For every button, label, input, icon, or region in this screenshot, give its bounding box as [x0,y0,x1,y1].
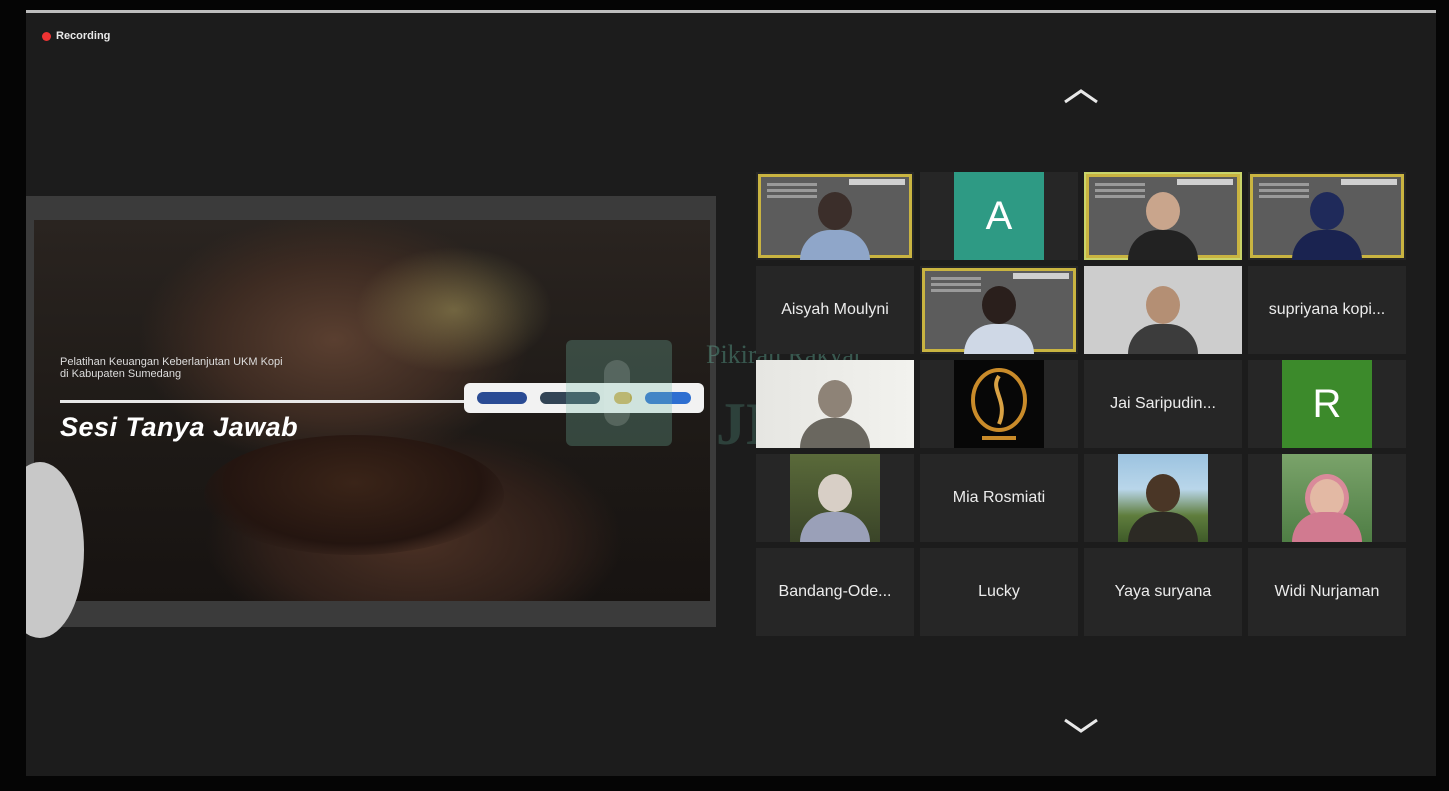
participant-tile[interactable]: Jai Saripudin... [1084,360,1242,448]
gallery-next-button[interactable] [1059,712,1103,740]
watermark-logo [566,340,672,446]
participant-name: Aisyah Moulyni [781,301,889,318]
participant-name: Jai Saripudin... [1110,395,1216,412]
participant-tile[interactable] [756,172,914,260]
chevron-down-icon [1064,718,1098,733]
window-top-border [26,10,1436,13]
gold-emblem-icon [971,368,1027,440]
participant-name: Yaya suryana [1114,583,1212,600]
participant-avatar: A [954,172,1044,260]
participant-name: Mia Rosmiati [952,489,1046,506]
gallery-prev-button[interactable] [1059,82,1103,110]
participant-person [1292,468,1362,542]
participant-tile[interactable]: Mia Rosmiati [920,454,1078,542]
participant-tile[interactable]: Aisyah Moulyni [756,266,914,354]
participant-tile[interactable] [1084,454,1242,542]
participant-tile[interactable]: Yaya suryana [1084,548,1242,636]
avatar-letter: R [1312,381,1342,426]
participant-name: Bandang-Ode... [778,583,892,600]
participant-tile[interactable] [920,266,1078,354]
recording-indicator[interactable]: Recording [42,30,110,42]
coffee-beans-image [204,435,504,555]
participant-person [800,468,870,542]
participant-tile[interactable]: Widi Nurjaman [1248,548,1406,636]
slide-divider [60,400,480,403]
avatar-letter: A [985,193,1013,238]
slide-title: Sesi Tanya Jawab [60,412,299,442]
participant-tile[interactable] [1248,172,1406,260]
participant-tile[interactable]: supriyana kopi... [1248,266,1406,354]
participant-tile[interactable]: R [1248,360,1406,448]
participant-person [1292,186,1362,260]
participant-tile[interactable] [1248,454,1406,542]
participant-tile-active-speaker[interactable] [1084,172,1242,260]
participant-person [800,186,870,260]
participant-tile[interactable] [1084,266,1242,354]
participant-name: supriyana kopi... [1268,301,1386,318]
chevron-up-icon [1064,89,1098,104]
participant-gallery: A Aisyah Moulyni supriyana kopi... Jai S… [756,172,1408,642]
meeting-window: Recording Pelatihan Keuangan Keberlanjut… [26,10,1436,776]
recording-label: Recording [56,30,111,42]
participant-name: Lucky [978,583,1020,600]
sponsor-logo-1 [476,392,527,404]
participant-tile[interactable]: A [920,172,1078,260]
participant-tile[interactable] [920,360,1078,448]
participant-tile[interactable] [756,360,914,448]
participant-person [1128,280,1198,354]
participant-person [964,280,1034,354]
participant-person [800,374,870,448]
participant-tile[interactable]: Bandang-Ode... [756,548,914,636]
participant-name: Widi Nurjaman [1274,583,1380,600]
participant-avatar: R [1282,360,1372,448]
recording-dot-icon [42,31,51,41]
slide-subtitle: Pelatihan Keuangan Keberlanjutan UKM Kop… [60,356,283,380]
participant-person [1128,186,1198,260]
participant-profile-photo [954,360,1044,448]
participant-tile[interactable] [756,454,914,542]
participant-tile[interactable]: Lucky [920,548,1078,636]
participant-person [1128,468,1198,542]
